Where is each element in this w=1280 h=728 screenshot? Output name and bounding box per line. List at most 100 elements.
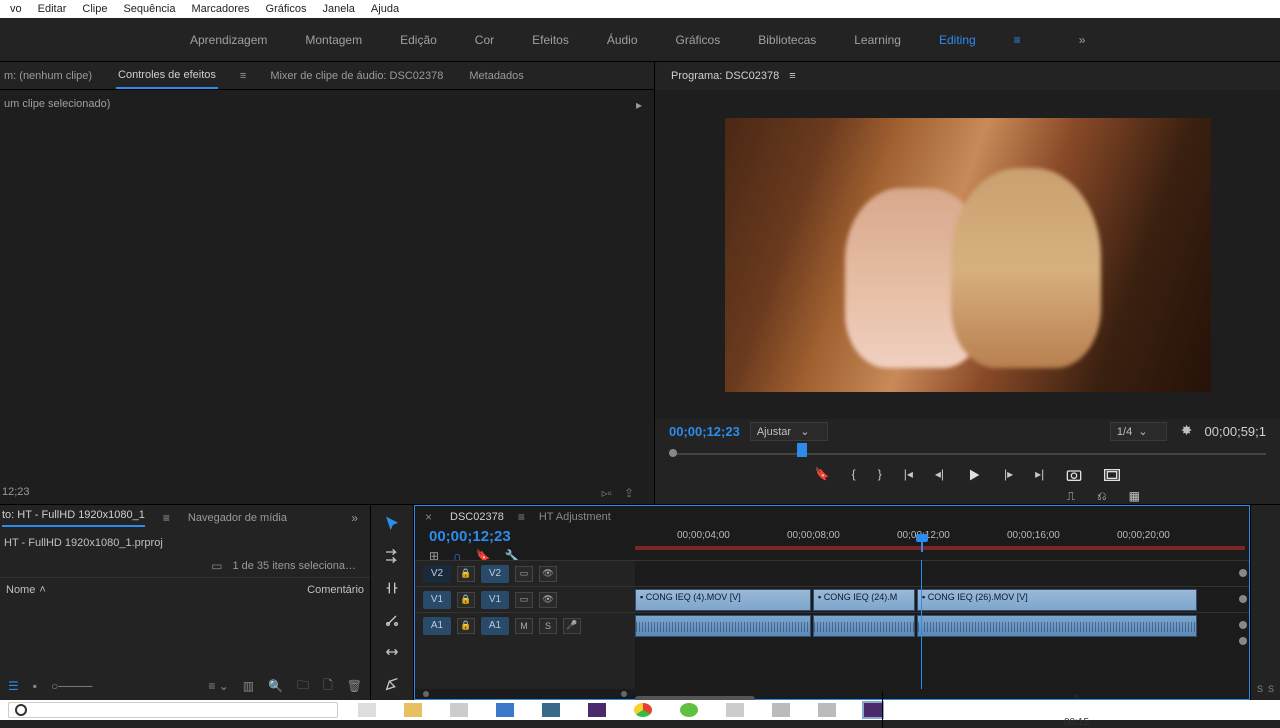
timeline-playhead-icon[interactable] xyxy=(921,542,923,552)
menu-item[interactable]: Editar xyxy=(30,1,75,17)
delete-icon[interactable]: 🗑 xyxy=(347,679,362,693)
tab-metadata[interactable]: Metadados xyxy=(467,64,525,88)
program-timecode[interactable]: 00;00;12;23 xyxy=(669,424,740,439)
step-forward-icon[interactable]: |▸ xyxy=(1004,467,1013,481)
export-frame-icon[interactable] xyxy=(1066,467,1082,486)
mark-out-icon[interactable]: } xyxy=(878,467,882,481)
app-icon[interactable] xyxy=(818,703,836,717)
premiere-icon[interactable] xyxy=(588,703,606,717)
lock-icon[interactable]: 🔒 xyxy=(457,566,475,582)
sequence-tab-active[interactable]: DSC02378 xyxy=(450,511,504,523)
sync-lock-icon[interactable]: ▭ xyxy=(515,592,533,608)
store-icon[interactable] xyxy=(450,703,468,717)
track-header-v2[interactable]: V2 🔒 V2 ▭ 👁 xyxy=(415,560,635,586)
chrome-icon[interactable] xyxy=(634,703,652,717)
track-target[interactable]: V2 xyxy=(423,565,451,583)
sort-icon[interactable]: ≡ ⌄ xyxy=(208,679,228,693)
tab-source[interactable]: m: (nenhum clipe) xyxy=(2,64,94,88)
timeline-clips-area[interactable]: ▪ CONG IEQ (4).MOV [V] ▪ CONG IEQ (24).M… xyxy=(635,560,1249,689)
track-select-tool-icon[interactable] xyxy=(381,545,403,567)
workspace-tab[interactable]: Cor xyxy=(475,33,494,47)
mark-in-icon[interactable]: { xyxy=(852,467,856,481)
menu-item[interactable]: Ajuda xyxy=(363,1,407,17)
workspace-tab[interactable]: Edição xyxy=(400,33,437,47)
task-view-icon[interactable] xyxy=(358,703,376,717)
menu-item[interactable]: Clipe xyxy=(74,1,115,17)
audio-clip[interactable] xyxy=(917,615,1197,637)
settings-icon[interactable] xyxy=(1179,423,1193,440)
menu-item[interactable]: Sequência xyxy=(115,1,183,17)
track-target[interactable]: V1 xyxy=(423,591,451,609)
tab-audio-clip-mixer[interactable]: Mixer de clipe de áudio: DSC02378 xyxy=(268,64,445,88)
workspace-tab[interactable]: Gráficos xyxy=(676,33,721,47)
workspace-tab[interactable]: Bibliotecas xyxy=(758,33,816,47)
track-v1[interactable]: ▪ CONG IEQ (4).MOV [V] ▪ CONG IEQ (24).M… xyxy=(635,586,1249,612)
overwrite-icon[interactable]: ⇪ xyxy=(624,486,634,500)
lock-icon[interactable]: 🔒 xyxy=(457,618,475,634)
workspace-tab[interactable]: Aprendizagem xyxy=(190,33,267,47)
audio-clip[interactable] xyxy=(635,615,811,637)
panel-menu-icon[interactable]: ≡ xyxy=(240,70,246,82)
track-source[interactable]: V2 xyxy=(481,565,509,583)
panel-menu-icon[interactable]: ≡ xyxy=(789,70,795,82)
menu-item[interactable]: Janela xyxy=(315,1,363,17)
spotify-icon[interactable] xyxy=(680,703,698,717)
playhead-icon[interactable] xyxy=(797,443,807,457)
button-editor-icon[interactable]: ▦ xyxy=(1129,489,1140,504)
tab-effect-controls[interactable]: Controles de efeitos xyxy=(116,63,218,89)
workspace-tab[interactable]: Learning xyxy=(854,33,901,47)
workspace-tab[interactable]: Efeitos xyxy=(532,33,569,47)
video-clip[interactable]: ▪ CONG IEQ (26).MOV [V] xyxy=(917,589,1197,611)
new-item-icon[interactable]: 🗋 xyxy=(323,676,333,697)
track-header-a1[interactable]: A1 🔒 A1 M S 🎤 xyxy=(415,612,635,638)
go-to-in-icon[interactable]: |◂ xyxy=(904,467,913,481)
edge-icon[interactable] xyxy=(496,703,514,717)
media-encoder-icon[interactable] xyxy=(542,703,560,717)
overflow-icon[interactable]: » xyxy=(351,511,358,525)
tray-chevron-icon[interactable]: ˄ xyxy=(1074,692,1080,703)
project-item-row[interactable] xyxy=(0,602,370,636)
workspace-tab-active[interactable]: Editing xyxy=(939,33,976,47)
pen-tool-icon[interactable] xyxy=(381,673,403,695)
timeline-ruler[interactable]: 00;00;04;00 00;00;08;00 00;00;12;00 00;0… xyxy=(635,528,1249,560)
extract-icon[interactable]: ⎌ xyxy=(1097,489,1107,504)
safe-margins-icon[interactable] xyxy=(1104,467,1120,486)
track-v2[interactable] xyxy=(635,560,1249,586)
solo-icon[interactable]: S xyxy=(539,618,557,634)
go-to-out-icon[interactable]: ▸| xyxy=(1035,467,1044,481)
zoom-slider[interactable]: ○──── xyxy=(51,679,92,693)
track-a1[interactable] xyxy=(635,612,1249,638)
sequence-tab[interactable]: HT Adjustment xyxy=(539,511,611,523)
icon-view-icon[interactable]: ▪ xyxy=(33,679,37,693)
explorer-icon[interactable] xyxy=(404,703,422,717)
slip-tool-icon[interactable] xyxy=(381,641,403,663)
expand-icon[interactable]: ▸ xyxy=(636,98,642,112)
menu-item[interactable]: vo xyxy=(2,1,30,17)
playback-resolution-dropdown[interactable]: 1/4 ⌄ xyxy=(1110,422,1167,441)
panel-menu-icon[interactable]: ≡ xyxy=(518,510,525,524)
sync-lock-icon[interactable]: ▭ xyxy=(515,566,533,582)
taskbar-clock[interactable]: 00:15 xyxy=(1064,717,1089,728)
razor-tool-icon[interactable] xyxy=(381,609,403,631)
work-area-bar[interactable] xyxy=(635,546,1245,550)
playhead-line[interactable] xyxy=(921,560,922,689)
workspace-tab[interactable]: Montagem xyxy=(305,33,362,47)
menu-item[interactable]: Marcadores xyxy=(183,1,257,17)
app-icon[interactable] xyxy=(772,703,790,717)
add-marker-icon[interactable]: 🔖 xyxy=(815,467,830,481)
workspace-tab[interactable]: Áudio xyxy=(607,33,638,47)
play-icon[interactable] xyxy=(966,467,982,486)
track-target[interactable]: A1 xyxy=(423,617,451,635)
new-bin-icon[interactable]: 🗀 xyxy=(297,676,309,697)
selection-tool-icon[interactable] xyxy=(381,513,403,535)
track-source[interactable]: V1 xyxy=(481,591,509,609)
mail-icon[interactable] xyxy=(726,703,744,717)
list-view-icon[interactable]: ☰ xyxy=(8,679,19,693)
video-clip[interactable]: ▪ CONG IEQ (24).M xyxy=(813,589,915,611)
workspace-menu-icon[interactable]: ≡ xyxy=(1014,33,1021,47)
track-header-v1[interactable]: V1 🔒 V1 ▭ 👁 xyxy=(415,586,635,612)
workspace-overflow-icon[interactable]: » xyxy=(1079,33,1086,47)
panel-menu-icon[interactable]: ≡ xyxy=(163,511,170,525)
find-icon[interactable]: 🔍 xyxy=(268,679,283,693)
zoom-fit-dropdown[interactable]: Ajustar ⌄ xyxy=(750,422,829,441)
